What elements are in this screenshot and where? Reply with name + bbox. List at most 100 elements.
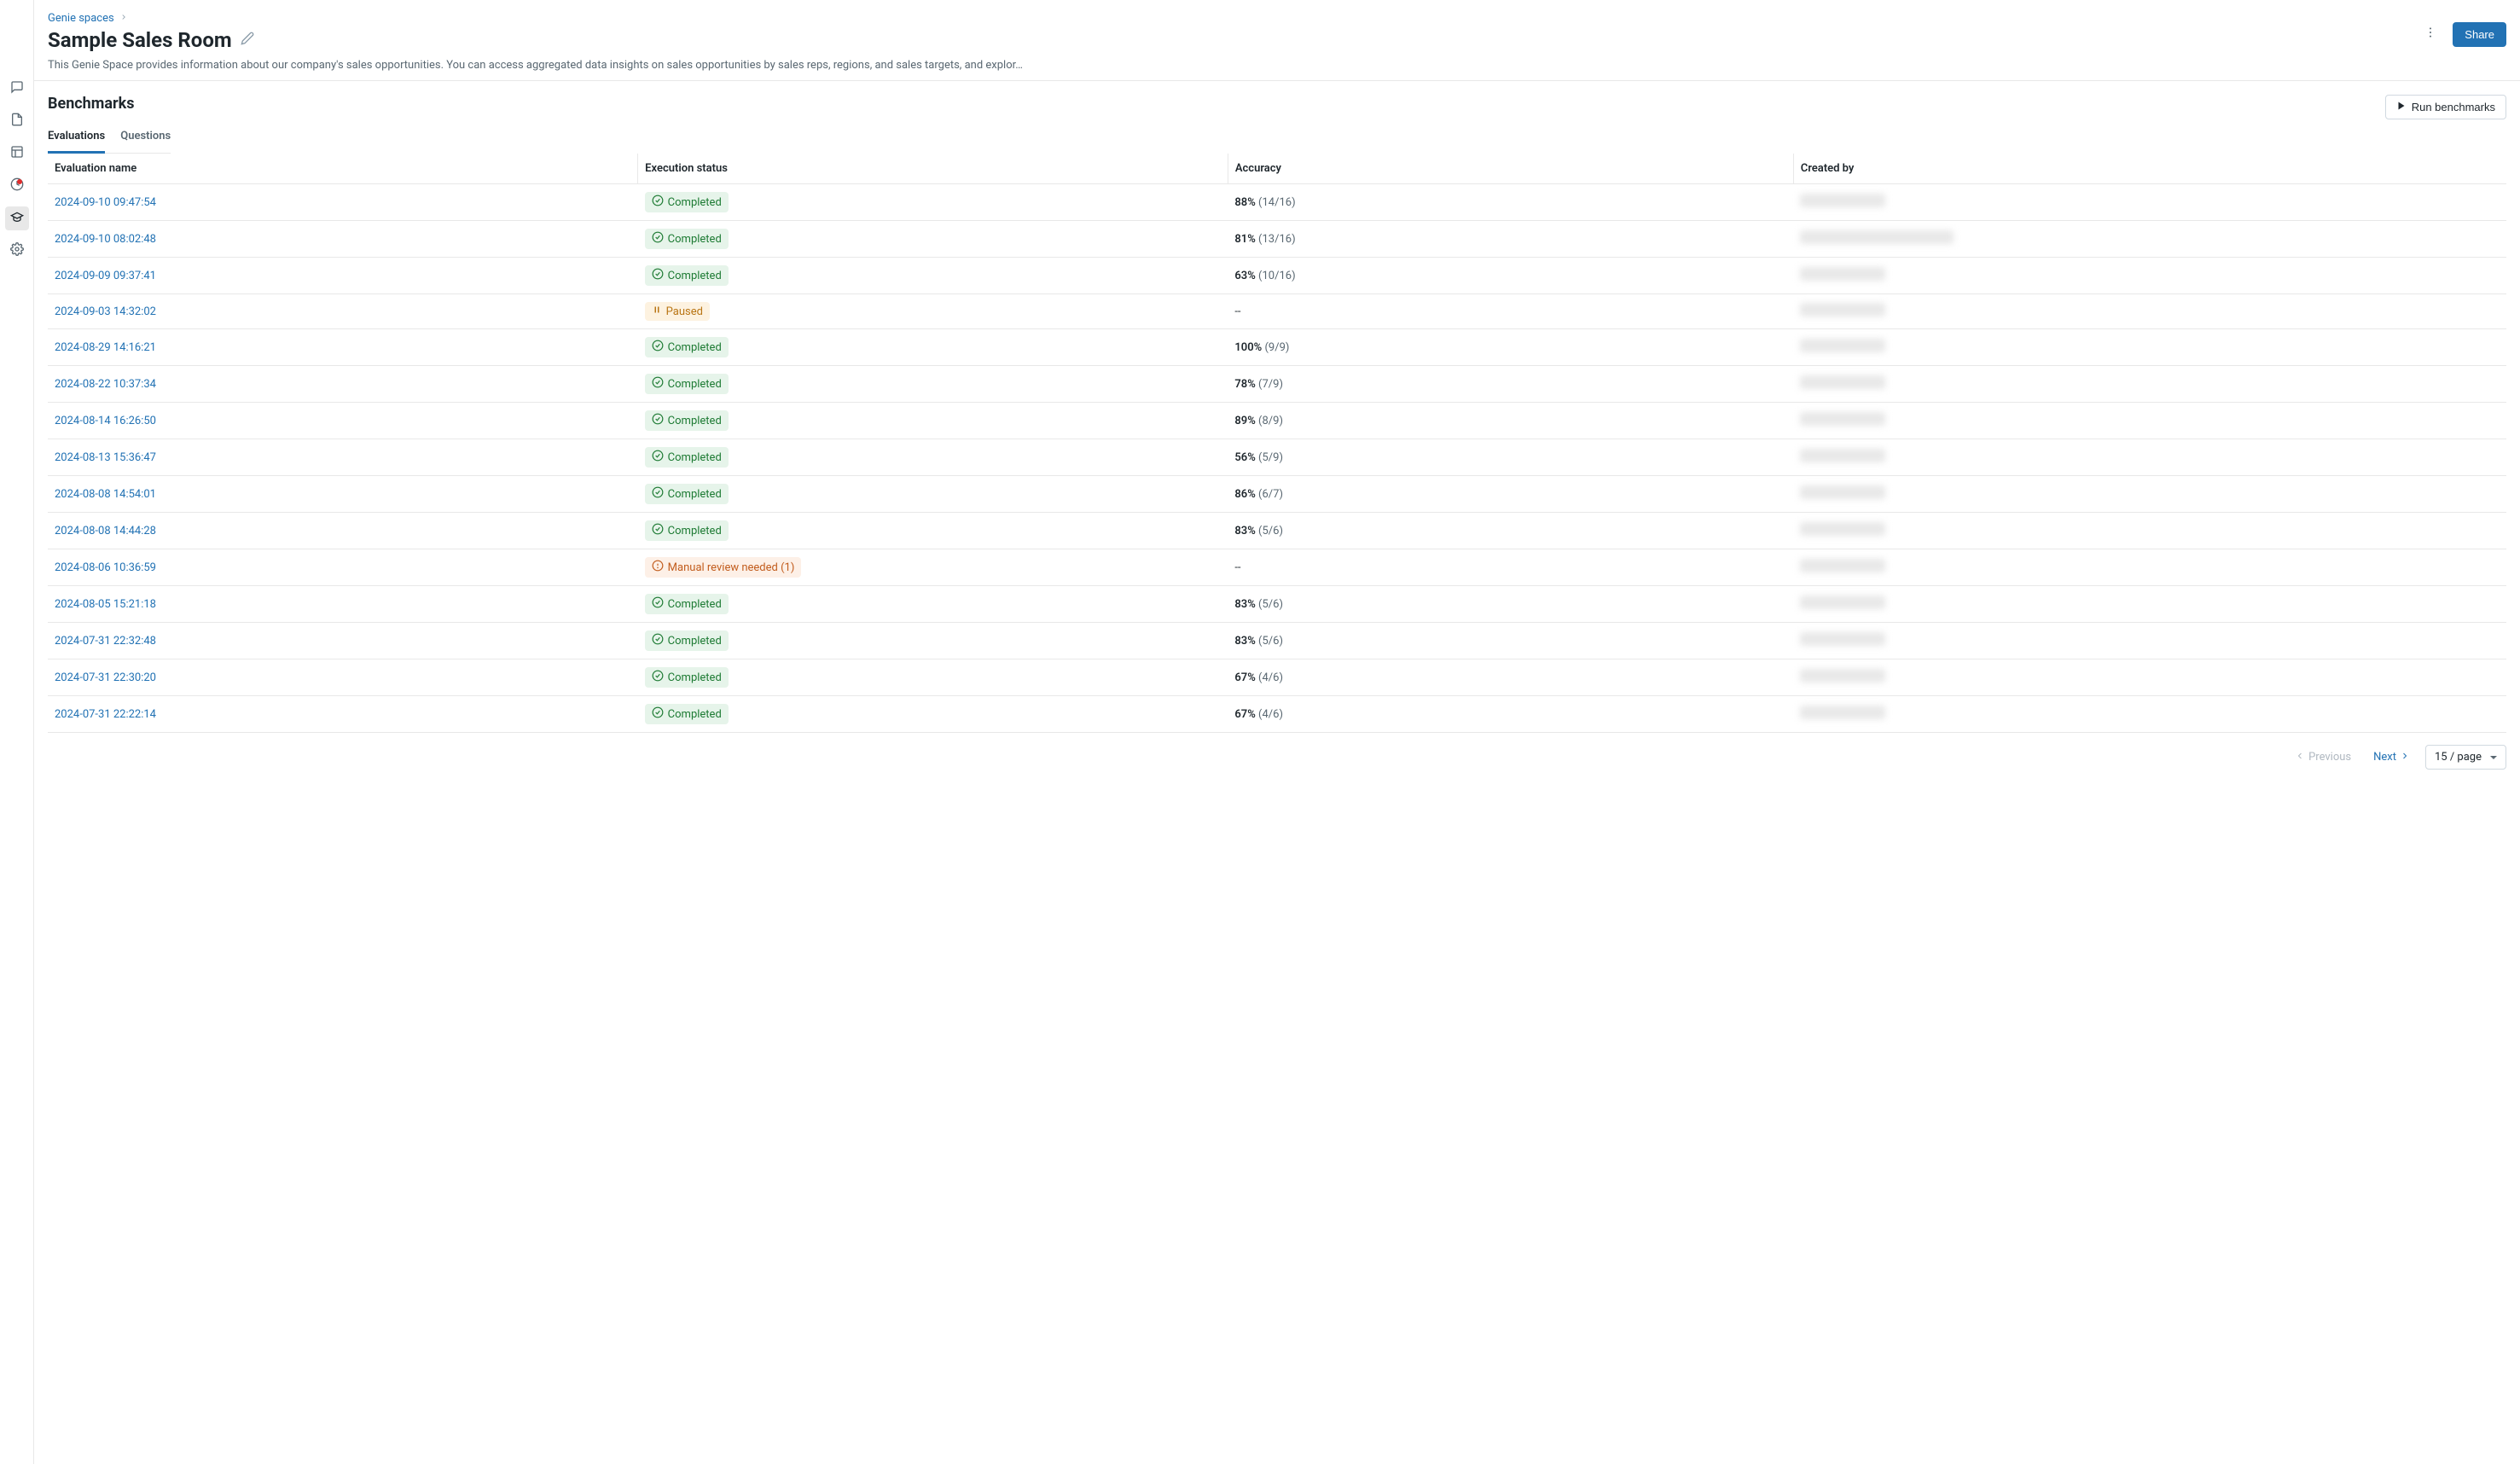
sidebar-item-data[interactable] bbox=[5, 142, 29, 166]
accuracy-cell: 86% (6/7) bbox=[1228, 476, 1793, 513]
column-header-created-by[interactable]: Created by bbox=[1793, 154, 2506, 184]
status-badge: Completed bbox=[645, 229, 729, 249]
evaluation-link[interactable]: 2024-07-31 22:30:20 bbox=[55, 671, 156, 684]
run-benchmarks-button[interactable]: Run benchmarks bbox=[2385, 95, 2506, 119]
next-button[interactable]: Next bbox=[2366, 747, 2417, 768]
tab-questions[interactable]: Questions bbox=[120, 123, 171, 154]
sidebar-item-chat[interactable] bbox=[5, 77, 29, 101]
tab-evaluations[interactable]: Evaluations bbox=[48, 123, 105, 154]
breadcrumb: Genie spaces bbox=[48, 12, 1023, 25]
run-benchmarks-label: Run benchmarks bbox=[2412, 101, 2495, 113]
evaluation-link[interactable]: 2024-07-31 22:32:48 bbox=[55, 635, 156, 648]
table-row: 2024-07-31 22:22:14 Completed 67% (4/6) bbox=[48, 696, 2506, 733]
status-label: Completed bbox=[668, 598, 722, 611]
status-badge: Paused bbox=[645, 302, 710, 321]
evaluation-link[interactable]: 2024-08-05 15:21:18 bbox=[55, 598, 156, 611]
sidebar-item-settings[interactable] bbox=[5, 239, 29, 263]
status-badge: Completed bbox=[645, 337, 729, 357]
evaluations-table: Evaluation name Execution status Accurac… bbox=[48, 154, 2506, 733]
column-header-accuracy[interactable]: Accuracy bbox=[1228, 154, 1793, 184]
status-badge: Completed bbox=[645, 484, 729, 504]
status-icon bbox=[652, 633, 664, 648]
status-icon bbox=[652, 305, 662, 318]
created-by-redacted bbox=[1800, 267, 1885, 281]
chevron-left-icon bbox=[2295, 751, 2305, 764]
status-icon bbox=[652, 413, 664, 428]
page-description: This Genie Space provides information ab… bbox=[48, 59, 1023, 72]
evaluation-link[interactable]: 2024-08-29 14:16:21 bbox=[55, 341, 156, 354]
sidebar-item-file[interactable] bbox=[5, 109, 29, 133]
status-icon bbox=[652, 195, 664, 210]
status-icon bbox=[652, 523, 664, 538]
status-icon bbox=[652, 340, 664, 355]
status-badge: Completed bbox=[645, 594, 729, 614]
edit-icon[interactable] bbox=[241, 32, 254, 49]
status-icon bbox=[652, 231, 664, 247]
evaluation-link[interactable]: 2024-08-08 14:44:28 bbox=[55, 525, 156, 537]
previous-button[interactable]: Previous bbox=[2288, 747, 2358, 768]
table-row: 2024-08-08 14:54:01 Completed 86% (6/7) bbox=[48, 476, 2506, 513]
share-button[interactable]: Share bbox=[2453, 22, 2506, 47]
status-label: Completed bbox=[668, 671, 722, 684]
page-size-select[interactable]: 15 / page bbox=[2425, 745, 2506, 770]
table-row: 2024-09-09 09:37:41 Completed 63% (10/16… bbox=[48, 258, 2506, 294]
status-icon bbox=[652, 450, 664, 465]
accuracy-cell: 89% (8/9) bbox=[1228, 403, 1793, 439]
pagination: Previous Next 15 / page bbox=[48, 733, 2506, 781]
evaluation-link[interactable]: 2024-07-31 22:22:14 bbox=[55, 708, 156, 721]
status-label: Paused bbox=[666, 305, 703, 318]
column-header-status[interactable]: Execution status bbox=[638, 154, 1228, 184]
more-menu-button[interactable] bbox=[2417, 20, 2444, 48]
evaluation-link[interactable]: 2024-08-14 16:26:50 bbox=[55, 415, 156, 427]
status-badge: Completed bbox=[645, 192, 729, 212]
sidebar-item-history[interactable] bbox=[5, 174, 29, 198]
status-icon bbox=[652, 268, 664, 283]
status-badge: Completed bbox=[645, 265, 729, 286]
breadcrumb-link[interactable]: Genie spaces bbox=[48, 12, 114, 25]
status-icon bbox=[652, 596, 664, 612]
status-icon bbox=[652, 706, 664, 722]
accuracy-cell: 83% (5/6) bbox=[1228, 513, 1793, 549]
evaluation-link[interactable]: 2024-08-22 10:37:34 bbox=[55, 378, 156, 391]
table-row: 2024-09-10 09:47:54 Completed 88% (14/16… bbox=[48, 184, 2506, 221]
accuracy-cell: 81% (13/16) bbox=[1228, 221, 1793, 258]
status-badge: Completed bbox=[645, 520, 729, 541]
evaluation-link[interactable]: 2024-09-10 08:02:48 bbox=[55, 233, 156, 246]
status-icon bbox=[652, 376, 664, 392]
evaluation-link[interactable]: 2024-08-08 14:54:01 bbox=[55, 488, 156, 501]
accuracy-cell: 63% (10/16) bbox=[1228, 258, 1793, 294]
table-row: 2024-08-08 14:44:28 Completed 83% (5/6) bbox=[48, 513, 2506, 549]
table-row: 2024-08-05 15:21:18 Completed 83% (5/6) bbox=[48, 586, 2506, 623]
status-label: Completed bbox=[668, 378, 722, 391]
status-label: Completed bbox=[668, 270, 722, 282]
graduation-cap-icon bbox=[10, 210, 24, 227]
table-row: 2024-07-31 22:30:20 Completed 67% (4/6) bbox=[48, 659, 2506, 696]
table-row: 2024-08-29 14:16:21 Completed 100% (9/9) bbox=[48, 329, 2506, 366]
accuracy-cell: 78% (7/9) bbox=[1228, 366, 1793, 403]
status-badge: Manual review needed (1) bbox=[645, 557, 802, 578]
more-vertical-icon bbox=[2424, 26, 2437, 43]
play-icon bbox=[2396, 101, 2407, 113]
evaluation-link[interactable]: 2024-09-10 09:47:54 bbox=[55, 196, 156, 209]
evaluation-link[interactable]: 2024-09-03 14:32:02 bbox=[55, 305, 156, 318]
column-header-name[interactable]: Evaluation name bbox=[48, 154, 638, 184]
evaluation-link[interactable]: 2024-08-13 15:36:47 bbox=[55, 451, 156, 464]
evaluation-link[interactable]: 2024-08-06 10:36:59 bbox=[55, 561, 156, 574]
accuracy-cell: 100% (9/9) bbox=[1228, 329, 1793, 366]
table-icon bbox=[10, 145, 24, 162]
tabs: Evaluations Questions bbox=[48, 123, 171, 154]
evaluation-link[interactable]: 2024-09-09 09:37:41 bbox=[55, 270, 156, 282]
status-label: Completed bbox=[668, 525, 722, 537]
status-badge: Completed bbox=[645, 374, 729, 394]
table-row: 2024-08-22 10:37:34 Completed 78% (7/9) bbox=[48, 366, 2506, 403]
status-label: Completed bbox=[668, 233, 722, 246]
accuracy-cell: -- bbox=[1228, 294, 1793, 329]
previous-label: Previous bbox=[2308, 751, 2351, 764]
history-icon bbox=[10, 177, 24, 195]
sidebar bbox=[0, 0, 34, 1464]
table-row: 2024-08-13 15:36:47 Completed 56% (5/9) bbox=[48, 439, 2506, 476]
status-badge: Completed bbox=[645, 667, 729, 688]
sidebar-item-benchmarks[interactable] bbox=[5, 206, 29, 230]
status-label: Completed bbox=[668, 635, 722, 648]
table-row: 2024-07-31 22:32:48 Completed 83% (5/6) bbox=[48, 623, 2506, 659]
